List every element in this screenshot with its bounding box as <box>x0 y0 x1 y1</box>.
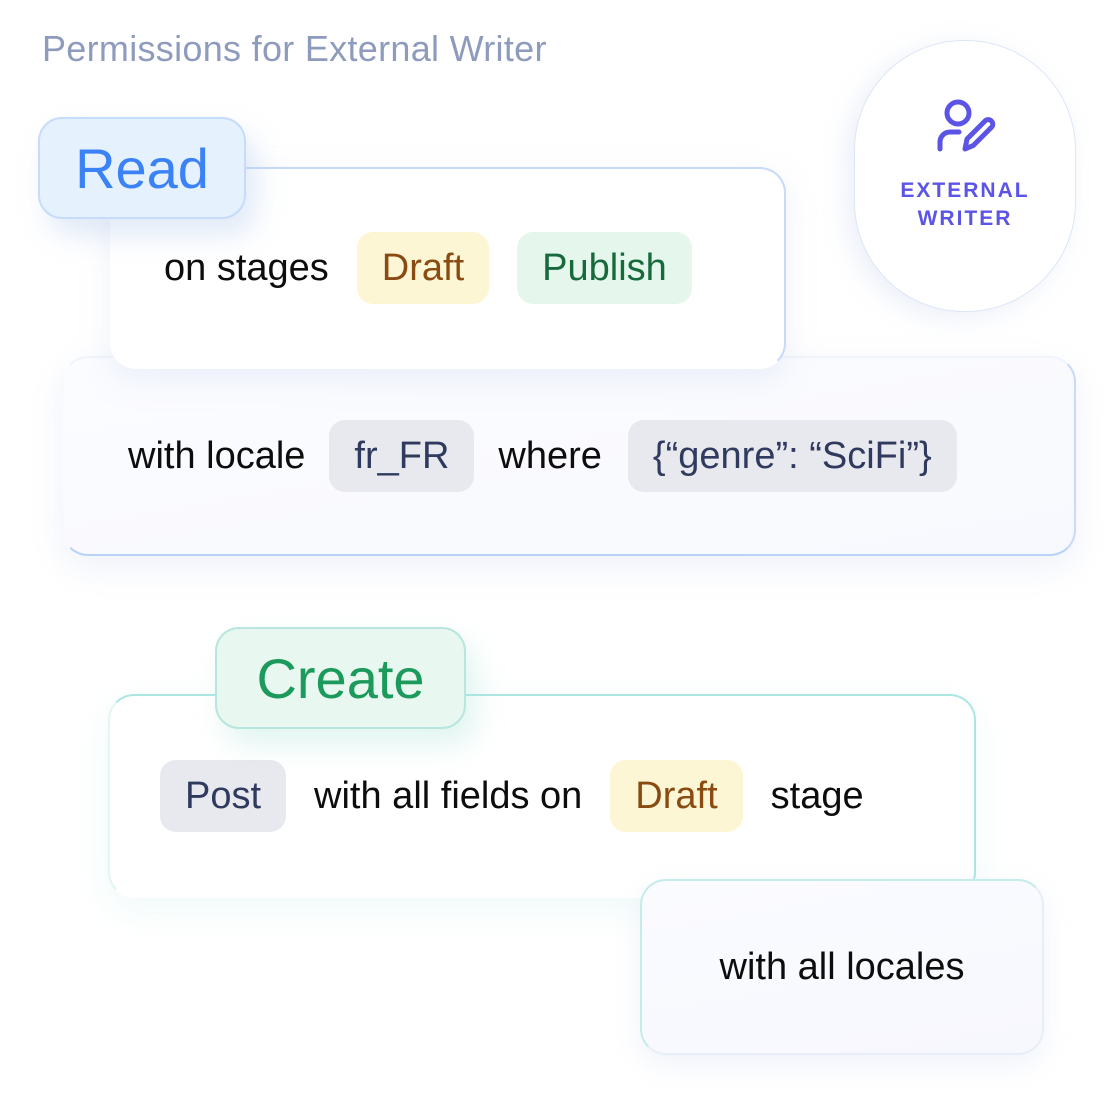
read-action-badge[interactable]: Read <box>38 117 246 219</box>
create-locales-card: with all locales <box>640 879 1044 1055</box>
condition-chip[interactable]: {“genre”: “SciFi”} <box>627 420 957 492</box>
where-text: where <box>498 434 602 477</box>
stage-suffix-text: stage <box>770 774 864 817</box>
role-badge[interactable]: EXTERNAL WRITER <box>854 40 1076 312</box>
role-label-line1: EXTERNAL <box>900 179 1030 202</box>
fields-text: with all fields on <box>314 774 583 817</box>
locale-chip[interactable]: fr_FR <box>329 420 475 492</box>
role-label-line2: WRITER <box>917 207 1013 230</box>
user-edit-icon <box>937 99 996 152</box>
read-locale-card: with locale fr_FR where {“genre”: “SciFi… <box>62 356 1076 556</box>
stage-chip-draft-create[interactable]: Draft <box>610 760 743 832</box>
locale-text: with locale <box>128 434 306 477</box>
create-action-badge[interactable]: Create <box>215 627 466 729</box>
locales-text: with all locales <box>719 945 965 988</box>
stages-text: on stages <box>164 246 329 289</box>
stage-chip-publish[interactable]: Publish <box>517 232 692 304</box>
content-type-chip[interactable]: Post <box>160 760 287 832</box>
stage-chip-draft[interactable]: Draft <box>356 232 490 304</box>
page-title: Permissions for External Writer <box>42 28 547 69</box>
